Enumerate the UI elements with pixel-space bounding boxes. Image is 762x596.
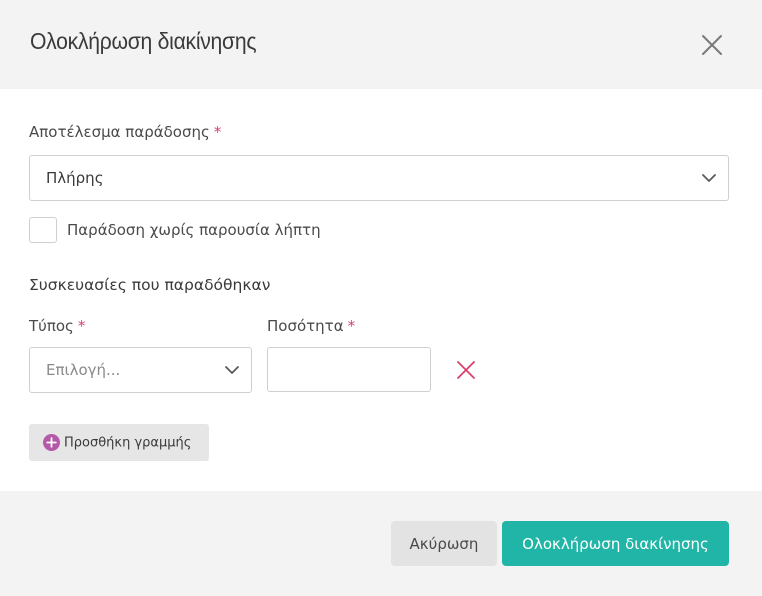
complete-shipment-button[interactable]: Ολοκλήρωση διακίνησης [502,521,729,566]
remove-row-button[interactable] [456,360,476,380]
complete-shipment-dialog: Ολοκλήρωση διακίνησης Αποτέλεσμα παράδοσ… [0,0,762,596]
remove-row-icon [457,361,475,379]
cancel-button[interactable]: Ακύρωση [391,521,497,566]
package-type-select[interactable]: Επιλογή... [29,347,252,393]
type-label: Τύπος * [29,317,85,335]
chevron-down-icon [702,174,716,182]
packages-section-title: Συσκευασίες που παραδόθηκαν [29,276,271,294]
delivery-result-value: Πλήρης [46,169,104,187]
dialog-title: Ολοκλήρωση διακίνησης [30,28,257,54]
dialog-header: Ολοκλήρωση διακίνησης [0,0,762,89]
required-mark: * [213,123,222,141]
delivery-result-label-text: Αποτέλεσμα παράδοσης [29,123,210,141]
chevron-down-icon [225,366,239,374]
delivery-result-label: Αποτέλεσμα παράδοσης * [29,123,221,141]
no-recipient-checkbox[interactable] [29,217,57,243]
required-mark: * [347,317,356,335]
no-recipient-label: Παράδοση χωρίς παρουσία λήπτη [67,221,321,239]
add-line-label: Προσθήκη γραμμής [64,435,192,450]
quantity-label: Ποσότητα * [267,317,355,335]
quantity-input[interactable] [267,347,431,392]
add-line-button[interactable]: Προσθήκη γραμμής [29,424,209,461]
close-button[interactable] [700,33,724,57]
close-icon [702,35,722,55]
delivery-result-select[interactable]: Πλήρης [29,155,729,201]
quantity-label-text: Ποσότητα [267,317,344,335]
type-label-text: Τύπος [29,317,74,335]
package-type-placeholder: Επιλογή... [46,361,121,379]
plus-circle-icon [43,434,60,451]
required-mark: * [77,317,86,335]
